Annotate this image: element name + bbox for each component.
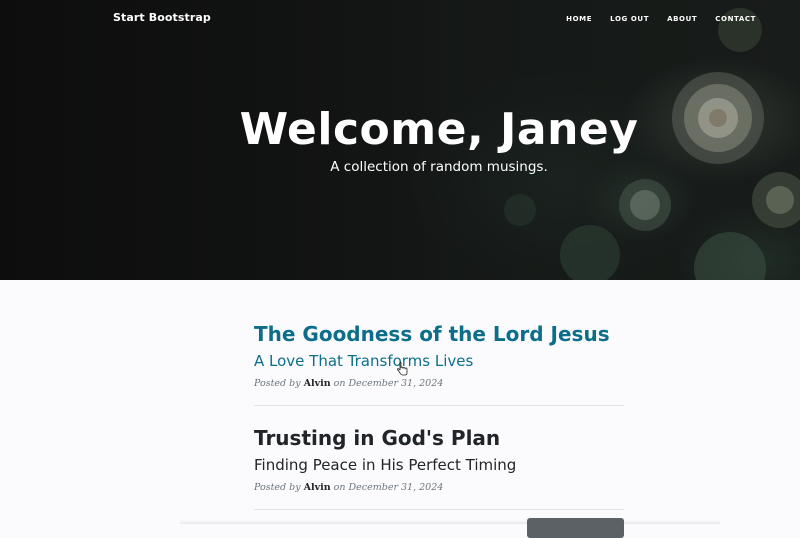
older-posts-button[interactable] [527, 518, 624, 538]
post-meta: Posted by Alvin on December 31, 2024 [254, 378, 624, 389]
post-subtitle[interactable]: Finding Peace in His Perfect Timing [254, 454, 624, 476]
post-preview[interactable]: The Goodness of the Lord Jesus A Love Th… [254, 320, 624, 389]
post-date: December 31, 2024 [348, 482, 444, 493]
hero-title: Welcome, Janey [239, 104, 639, 155]
post-author[interactable]: Alvin [304, 378, 331, 389]
post-title[interactable]: Trusting in God's Plan [254, 424, 624, 452]
post-meta: Posted by Alvin on December 31, 2024 [254, 482, 624, 493]
post-preview[interactable]: Trusting in God's Plan Finding Peace in … [254, 424, 624, 493]
post-subtitle[interactable]: A Love That Transforms Lives [254, 350, 624, 372]
navbar-links: Home Log Out About Contact [548, 15, 756, 23]
post-author[interactable]: Alvin [304, 482, 331, 493]
post-meta-on: on [333, 482, 346, 493]
post-divider [254, 405, 624, 406]
post-title[interactable]: The Goodness of the Lord Jesus [254, 320, 624, 348]
hero-subtitle: A collection of random musings. [330, 159, 548, 175]
hand-pointer-icon [397, 362, 408, 376]
post-list: The Goodness of the Lord Jesus A Love Th… [254, 320, 624, 528]
post-divider [254, 509, 624, 510]
hero-header: Welcome, Janey A collection of random mu… [0, 0, 800, 280]
post-meta-prefix: Posted by [254, 378, 301, 389]
post-meta-on: on [333, 378, 346, 389]
navbar-brand[interactable]: Start Bootstrap [113, 11, 211, 24]
post-date: December 31, 2024 [348, 378, 444, 389]
navbar: Start Bootstrap Home Log Out About Conta… [0, 0, 800, 38]
nav-link-about[interactable]: About [667, 15, 697, 23]
nav-link-home[interactable]: Home [566, 15, 592, 23]
nav-link-log-out[interactable]: Log Out [610, 15, 649, 23]
post-meta-prefix: Posted by [254, 482, 301, 493]
footer-shadow [180, 520, 720, 524]
nav-link-contact[interactable]: Contact [715, 15, 756, 23]
